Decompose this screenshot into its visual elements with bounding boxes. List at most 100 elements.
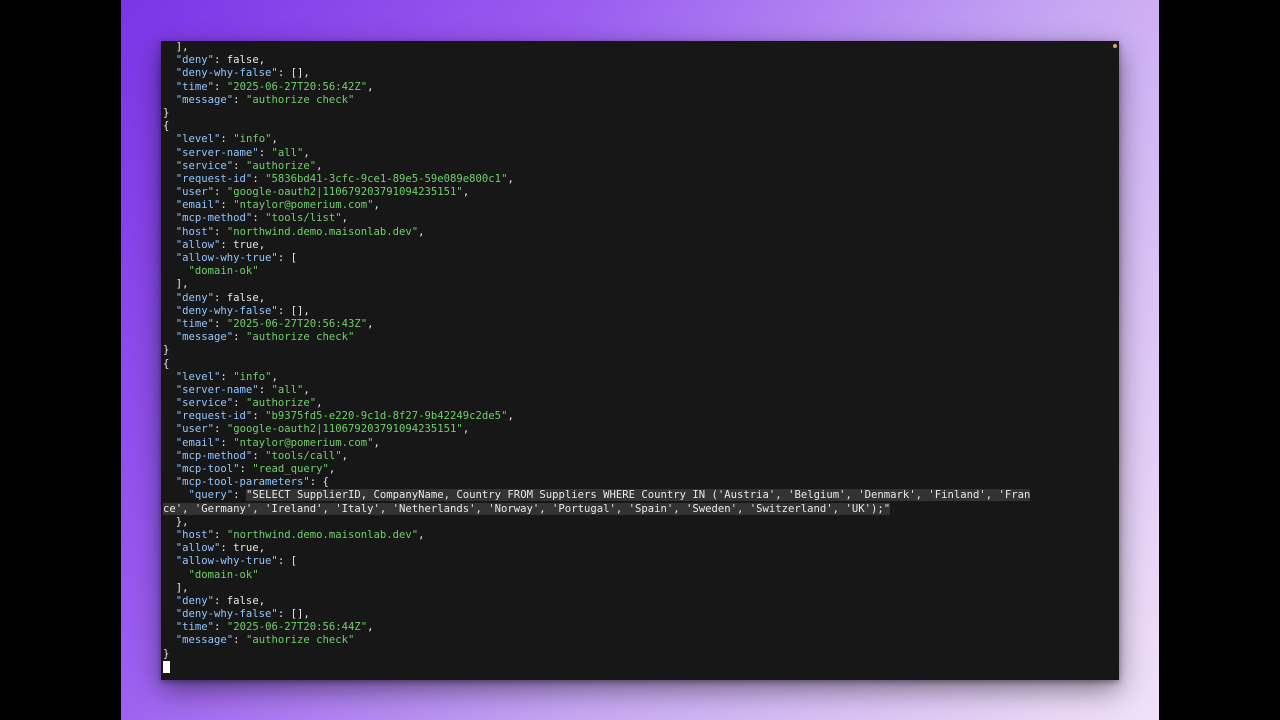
json-punctuation [163, 542, 176, 554]
json-key: "server-name" [175, 383, 259, 396]
json-key: "email" [175, 199, 221, 212]
terminal-line: "mcp-tool-parameters": { [163, 476, 1119, 489]
json-string: "domain-ok" [188, 568, 259, 581]
terminal-line: "deny": false, [163, 595, 1119, 608]
json-punctuation: : [ [277, 252, 297, 264]
json-punctuation: , [462, 186, 470, 199]
selected-text: ce', 'Germany', 'Ireland', 'Italy', 'Net… [163, 502, 891, 515]
json-key: "time" [175, 621, 215, 634]
json-punctuation [163, 463, 176, 475]
json-key: "service" [175, 159, 234, 172]
json-punctuation: { [163, 357, 170, 370]
terminal-output[interactable]: ], "deny": false, "deny-why-false": [], … [163, 41, 1119, 674]
json-string: "domain-ok" [188, 265, 259, 278]
json-punctuation [163, 318, 176, 330]
terminal-line: }, [163, 516, 1119, 529]
json-punctuation: , [303, 146, 310, 159]
json-punctuation [163, 94, 176, 106]
json-key: "request-id" [175, 172, 253, 185]
json-punctuation: , [507, 172, 514, 185]
terminal-line: "message": "authorize check" [163, 94, 1119, 107]
json-string: "b9375fd5-e220-9c1d-8f27-9b42249c2de5" [265, 410, 508, 423]
json-punctuation: : [233, 331, 246, 344]
terminal-line: } [163, 107, 1119, 120]
json-key: "deny-why-false" [175, 67, 278, 80]
json-punctuation: : false, [214, 54, 266, 67]
json-punctuation [163, 384, 176, 396]
json-punctuation: : [], [277, 67, 310, 80]
json-string: "authorize check" [245, 93, 355, 106]
json-punctuation: : true, [220, 238, 266, 251]
json-key: "time" [175, 317, 215, 330]
json-key: "user" [175, 423, 215, 436]
terminal-line: "service": "authorize", [163, 397, 1119, 410]
terminal-line: "allow-why-true": [ [163, 252, 1119, 265]
terminal-line: "user": "google-oauth2|11067920379109423… [163, 186, 1119, 199]
json-punctuation: : [252, 212, 266, 225]
terminal-line: "deny-why-false": [], [163, 305, 1119, 318]
terminal-line: "request-id": "b9375fd5-e220-9c1d-8f27-9… [163, 410, 1119, 423]
json-key: "deny-why-false" [175, 608, 278, 621]
terminal-line: "time": "2025-06-27T20:56:44Z", [163, 621, 1119, 634]
json-punctuation: , [341, 449, 349, 462]
json-key: "request-id" [175, 410, 253, 423]
terminal-line: "mcp-method": "tools/list", [163, 212, 1119, 225]
json-key: "deny-why-false" [175, 304, 278, 317]
json-punctuation: , [462, 423, 470, 436]
terminal-line: "level": "info", [163, 133, 1119, 146]
json-punctuation: } [163, 344, 170, 357]
terminal-line: { [163, 358, 1119, 371]
terminal-line: "email": "ntaylor@pomerium.com", [163, 437, 1119, 450]
json-key: "service" [175, 397, 234, 410]
terminal-line: "domain-ok" [163, 569, 1119, 582]
json-punctuation [163, 555, 176, 567]
terminal-line: "allow": true, [163, 239, 1119, 252]
terminal-line: "deny": false, [163, 54, 1119, 67]
json-punctuation: : [214, 528, 227, 541]
json-punctuation [163, 173, 176, 185]
json-punctuation [163, 252, 176, 264]
terminal-line: "host": "northwind.demo.maisonlab.dev", [163, 226, 1119, 239]
json-punctuation [163, 397, 176, 409]
terminal-line: "service": "authorize", [163, 160, 1119, 173]
json-string: "authorize check" [245, 331, 355, 344]
json-punctuation: , [271, 133, 278, 146]
terminal-line: } [163, 648, 1119, 661]
json-string: "google-oauth2|110679203791094235151" [226, 423, 463, 436]
json-punctuation: : [214, 225, 227, 238]
json-punctuation: } [163, 647, 170, 660]
json-punctuation: : [239, 463, 253, 475]
json-punctuation [163, 265, 189, 277]
json-key: "level" [175, 370, 221, 383]
json-punctuation: } [163, 106, 170, 119]
terminal-line: "time": "2025-06-27T20:56:43Z", [163, 318, 1119, 331]
json-punctuation [163, 147, 176, 159]
json-key: "mcp-tool-parameters" [175, 476, 310, 489]
json-key: "message" [175, 634, 234, 647]
json-key: "deny" [175, 291, 215, 304]
json-string: "northwind.demo.maisonlab.dev" [226, 528, 419, 541]
json-string: "info" [233, 133, 272, 146]
json-punctuation: , [367, 317, 374, 330]
json-string: "tools/list" [265, 212, 342, 225]
json-key: "mcp-tool" [175, 463, 240, 475]
json-punctuation [163, 212, 176, 224]
prompt-line[interactable] [163, 660, 1119, 674]
json-string: "google-oauth2|110679203791094235151" [226, 186, 463, 199]
json-punctuation [163, 305, 176, 317]
json-punctuation: : [214, 186, 227, 199]
json-punctuation: : [214, 423, 227, 436]
json-string: "ntaylor@pomerium.com" [233, 199, 374, 212]
terminal-line: ce', 'Germany', 'Ireland', 'Italy', 'Net… [163, 502, 1119, 516]
json-punctuation: , [418, 225, 425, 238]
json-punctuation [163, 226, 176, 238]
json-punctuation [163, 371, 176, 383]
terminal-window[interactable]: ], "deny": false, "deny-why-false": [], … [161, 41, 1119, 680]
json-punctuation [163, 67, 176, 79]
json-key: "allow-why-true" [175, 252, 278, 264]
json-string: "all" [271, 383, 304, 396]
terminal-line: "mcp-method": "tools/call", [163, 450, 1119, 463]
json-punctuation: : [258, 383, 272, 396]
json-punctuation: , [341, 212, 349, 225]
json-punctuation: : [214, 80, 227, 93]
